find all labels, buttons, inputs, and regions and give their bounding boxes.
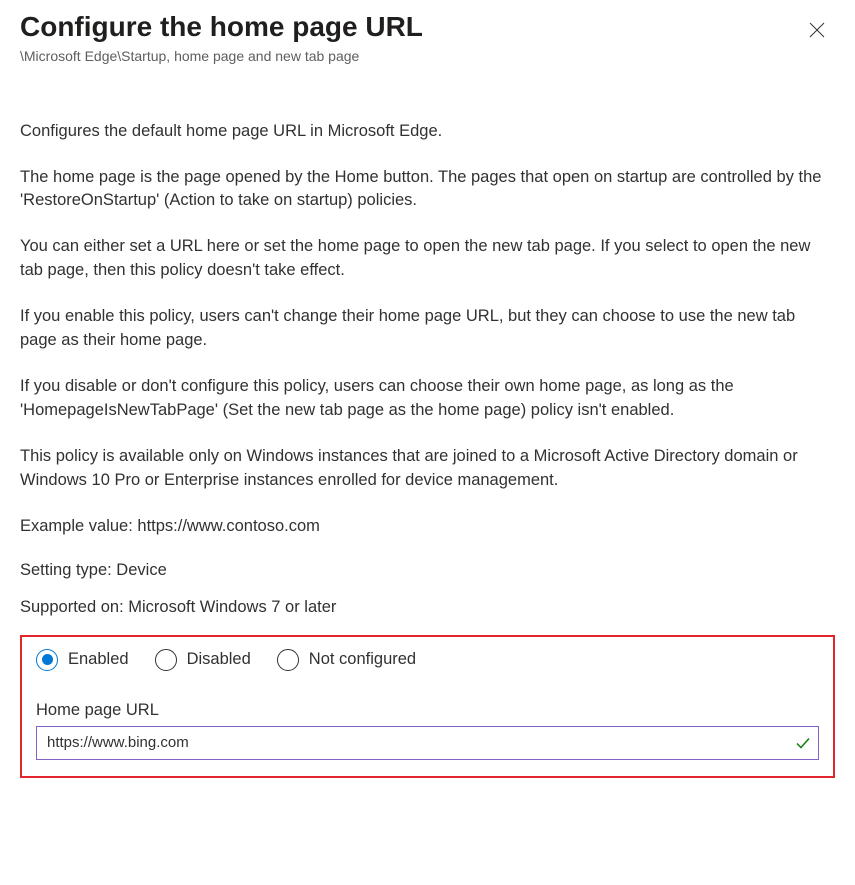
- example-value: Example value: https://www.contoso.com: [20, 515, 835, 539]
- policy-settings-panel: Configure the home page URL \Microsoft E…: [0, 0, 855, 798]
- radio-label: Not configured: [309, 650, 416, 669]
- checkmark-icon: [795, 735, 811, 751]
- homepage-url-label: Home page URL: [36, 701, 819, 720]
- description-paragraph: You can either set a URL here or set the…: [20, 235, 835, 283]
- homepage-url-input[interactable]: [36, 726, 819, 760]
- radio-icon: [277, 649, 299, 671]
- description-block: Configures the default home page URL in …: [20, 120, 835, 539]
- homepage-url-input-wrap: [36, 726, 819, 760]
- description-paragraph: This policy is available only on Windows…: [20, 445, 835, 493]
- radio-icon: [155, 649, 177, 671]
- close-button[interactable]: [803, 16, 831, 47]
- radio-not-configured[interactable]: Not configured: [277, 649, 416, 671]
- radio-enabled[interactable]: Enabled: [36, 649, 129, 671]
- page-title: Configure the home page URL: [20, 10, 423, 44]
- close-icon: [809, 22, 825, 41]
- settings-highlight-box: Enabled Disabled Not configured Home pag…: [20, 635, 835, 778]
- radio-label: Enabled: [68, 650, 129, 669]
- radio-label: Disabled: [187, 650, 251, 669]
- supported-on: Supported on: Microsoft Windows 7 or lat…: [20, 598, 835, 617]
- radio-disabled[interactable]: Disabled: [155, 649, 251, 671]
- setting-type: Setting type: Device: [20, 561, 835, 580]
- description-paragraph: If you disable or don't configure this p…: [20, 375, 835, 423]
- breadcrumb: \Microsoft Edge\Startup, home page and n…: [20, 48, 423, 64]
- state-radio-group: Enabled Disabled Not configured: [36, 649, 819, 671]
- description-paragraph: If you enable this policy, users can't c…: [20, 305, 835, 353]
- radio-icon: [36, 649, 58, 671]
- description-paragraph: The home page is the page opened by the …: [20, 166, 835, 214]
- header-text: Configure the home page URL \Microsoft E…: [20, 10, 423, 120]
- description-paragraph: Configures the default home page URL in …: [20, 120, 835, 144]
- header-row: Configure the home page URL \Microsoft E…: [20, 10, 835, 120]
